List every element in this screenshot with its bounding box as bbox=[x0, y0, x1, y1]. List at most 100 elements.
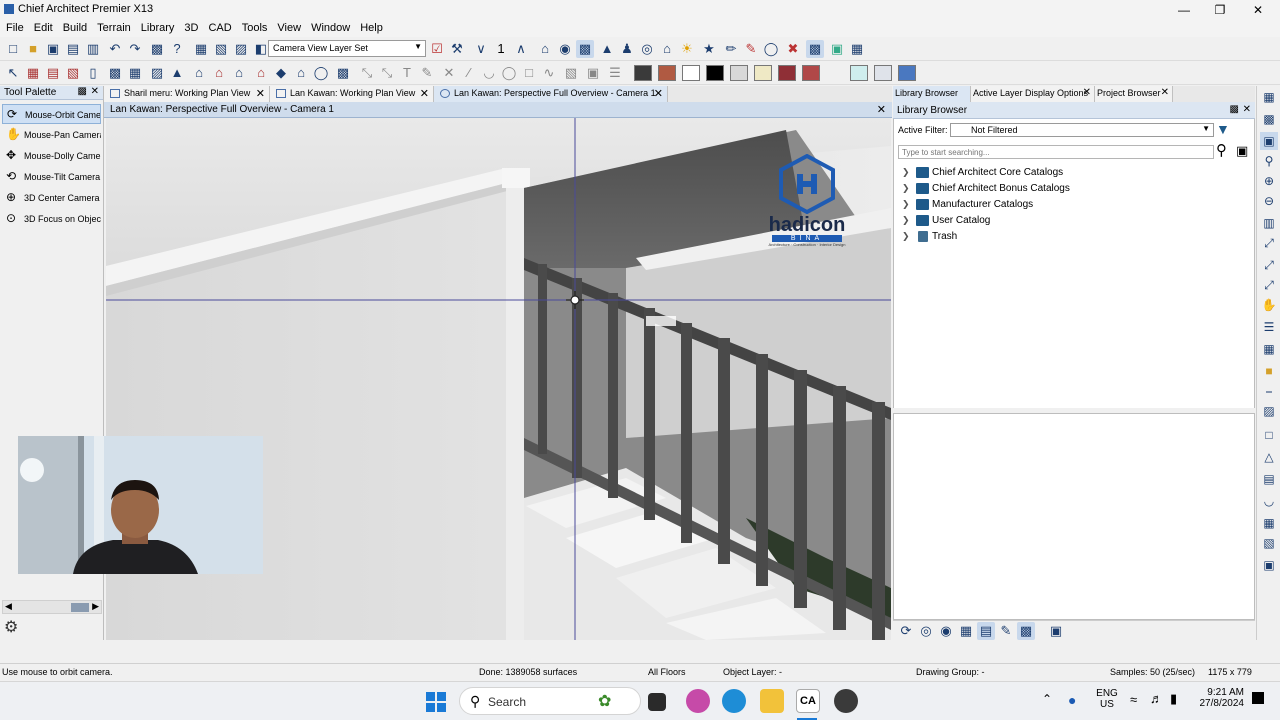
chevron-right-icon[interactable]: ❯ bbox=[902, 231, 910, 242]
file-explorer-icon[interactable] bbox=[760, 689, 784, 713]
fill-window-icon[interactable]: ⤢ bbox=[1260, 234, 1278, 252]
chevron-right-icon[interactable]: ❯ bbox=[902, 167, 910, 178]
doll-house-icon[interactable]: ⌂ bbox=[658, 40, 676, 58]
task-view-icon[interactable] bbox=[648, 693, 666, 711]
layout-icon[interactable]: ▦ bbox=[192, 40, 210, 58]
spline-icon[interactable]: ∿ bbox=[540, 64, 558, 82]
lock-icon[interactable]: ■ bbox=[1260, 362, 1278, 380]
arc-icon[interactable]: ◡ bbox=[480, 64, 498, 82]
print-icon[interactable]: ▤ bbox=[64, 40, 82, 58]
menu-help[interactable]: Help bbox=[356, 20, 389, 37]
wifi-icon[interactable]: ≈ bbox=[1130, 692, 1137, 707]
material-swatch[interactable] bbox=[898, 65, 916, 81]
material-eyedropper-icon[interactable]: ✏ bbox=[722, 40, 740, 58]
light-icon[interactable]: ★ bbox=[700, 40, 718, 58]
chevron-right-icon[interactable]: ❯ bbox=[902, 215, 910, 226]
3d-box-icon[interactable]: ▩ bbox=[334, 64, 352, 82]
chevron-right-icon[interactable]: ❯ bbox=[902, 199, 910, 210]
door-tools-icon[interactable]: ▯ bbox=[84, 64, 102, 82]
filter-funnel-icon[interactable]: ▼ bbox=[1216, 121, 1230, 137]
full-camera-icon[interactable]: ▩ bbox=[576, 40, 594, 58]
pin-icon[interactable]: ▩ bbox=[1230, 104, 1239, 115]
filter-dropdown[interactable]: Not Filtered ▼ bbox=[950, 123, 1214, 137]
tab-lankawan-plan[interactable]: Lan Kawan: Working Plan View ✕ bbox=[270, 86, 434, 102]
material-swatch[interactable] bbox=[634, 65, 652, 81]
material-swatch[interactable] bbox=[658, 65, 676, 81]
tool-tilt-camera[interactable]: ⟲ Mouse-Tilt Camera bbox=[2, 167, 101, 187]
close-button[interactable]: ✕ bbox=[1240, 1, 1276, 19]
close-icon[interactable]: ✕ bbox=[1083, 87, 1091, 98]
refresh-icon[interactable]: ⟳ bbox=[897, 622, 915, 640]
deck-icon[interactable]: ⌂ bbox=[230, 64, 248, 82]
properties-icon[interactable]: ▣ bbox=[1047, 622, 1065, 640]
box-icon[interactable]: □ bbox=[520, 64, 538, 82]
chevron-right-icon[interactable]: ❯ bbox=[902, 183, 910, 194]
stair-tools-icon[interactable]: ▦ bbox=[126, 64, 144, 82]
close-icon[interactable]: ✕ bbox=[420, 87, 429, 100]
slab-icon[interactable]: ◆ bbox=[272, 64, 290, 82]
house-icon[interactable]: ⌂ bbox=[190, 64, 208, 82]
3d-preview-icon[interactable]: ▩ bbox=[1017, 622, 1035, 640]
pan-icon[interactable]: ✋ bbox=[1260, 296, 1278, 314]
transform-icon[interactable]: ▧ bbox=[562, 64, 580, 82]
wall-tools-icon[interactable]: ▦ bbox=[24, 64, 42, 82]
close-icon[interactable]: ✕ bbox=[91, 86, 99, 97]
material-swatch[interactable] bbox=[802, 65, 820, 81]
grid-snap-icon[interactable]: ▤ bbox=[1260, 470, 1278, 488]
notification-icon[interactable] bbox=[1252, 692, 1264, 704]
arch-icon[interactable]: ◯ bbox=[312, 64, 330, 82]
arc-snap-icon[interactable]: ◡ bbox=[1260, 492, 1278, 510]
zoom-out-icon[interactable]: ⊖ bbox=[1260, 192, 1278, 210]
open-folder-icon[interactable]: ■ bbox=[24, 40, 42, 58]
language-indicator[interactable]: ENG US bbox=[1096, 688, 1118, 710]
material-swatch[interactable] bbox=[778, 65, 796, 81]
material-swatch[interactable] bbox=[706, 65, 724, 81]
room-tools-icon[interactable]: ▩ bbox=[106, 64, 124, 82]
tool-orbit-camera[interactable]: ⟳ Mouse-Orbit Camera bbox=[2, 104, 101, 124]
volume-icon[interactable]: ♬ bbox=[1150, 691, 1163, 706]
tab-sharil-plan[interactable]: Sharil meru: Working Plan View ✕ bbox=[104, 86, 270, 102]
fill-window-all-icon[interactable]: ⤢ bbox=[1260, 276, 1278, 294]
menu-3d[interactable]: 3D bbox=[180, 20, 204, 37]
save-icon[interactable]: ▣ bbox=[44, 40, 62, 58]
menu-cad[interactable]: CAD bbox=[204, 20, 237, 37]
layer-display-icon[interactable]: ☑ bbox=[428, 40, 446, 58]
record-walkthrough-icon[interactable]: ▣ bbox=[828, 40, 846, 58]
tools-icon[interactable]: ⚒ bbox=[448, 40, 466, 58]
library-search-input[interactable] bbox=[898, 145, 1214, 159]
glass-house-icon[interactable]: ◎ bbox=[638, 40, 656, 58]
material-painter-icon[interactable]: ✎ bbox=[742, 40, 760, 58]
text-tool-icon[interactable]: T bbox=[398, 64, 416, 82]
clock[interactable]: 9:21 AM 27/8/2024 bbox=[1194, 687, 1245, 709]
menu-window[interactable]: Window bbox=[307, 20, 356, 37]
fill-window-building-icon[interactable]: ⤢ bbox=[1260, 256, 1278, 274]
window-tools-icon[interactable]: ▧ bbox=[64, 64, 82, 82]
tool-dolly-camera[interactable]: ✥ Mouse-Dolly Camera bbox=[2, 146, 101, 166]
down-plan-icon[interactable]: ∨ bbox=[472, 40, 490, 58]
render-window-icon[interactable]: ▣ bbox=[1260, 132, 1278, 150]
search-icon[interactable]: ⚲ bbox=[1216, 141, 1227, 159]
layer-toggle-icon[interactable]: ▦ bbox=[1260, 340, 1278, 358]
fixtures-icon[interactable]: ⌂ bbox=[210, 64, 228, 82]
microphone-icon[interactable]: ● bbox=[1068, 692, 1076, 708]
chief-architect-app-icon[interactable]: CA bbox=[796, 689, 820, 713]
catalog-icon[interactable]: ◉ bbox=[937, 622, 955, 640]
material-swatch[interactable] bbox=[682, 65, 700, 81]
scroll-thumb[interactable] bbox=[71, 603, 89, 612]
chrome-app-icon[interactable] bbox=[834, 689, 858, 713]
windows-start-icon[interactable] bbox=[426, 692, 446, 712]
sun-icon[interactable]: ☀ bbox=[678, 40, 696, 58]
view-options-icon[interactable]: ▦ bbox=[848, 40, 866, 58]
adjust-material-icon[interactable]: ◯ bbox=[762, 40, 780, 58]
snap-icon[interactable]: ▨ bbox=[1260, 402, 1278, 420]
tab-active-layer-display[interactable]: Active Layer Display Options ✕ bbox=[971, 86, 1095, 102]
palette-scrollbar[interactable]: ◀ ▶ bbox=[2, 600, 102, 614]
table-view-icon[interactable]: ▦ bbox=[957, 622, 975, 640]
reference-icon[interactable]: ▧ bbox=[1260, 534, 1278, 552]
cad-block-icon[interactable]: ▣ bbox=[584, 64, 602, 82]
drawing-group-icon[interactable]: ▣ bbox=[1260, 556, 1278, 574]
edit-icon[interactable]: ✎ bbox=[997, 622, 1015, 640]
maximize-button[interactable]: ❐ bbox=[1202, 1, 1238, 19]
layout-send-icon[interactable]: ▧ bbox=[212, 40, 230, 58]
chevron-up-icon[interactable]: ⌃ bbox=[1042, 692, 1052, 706]
